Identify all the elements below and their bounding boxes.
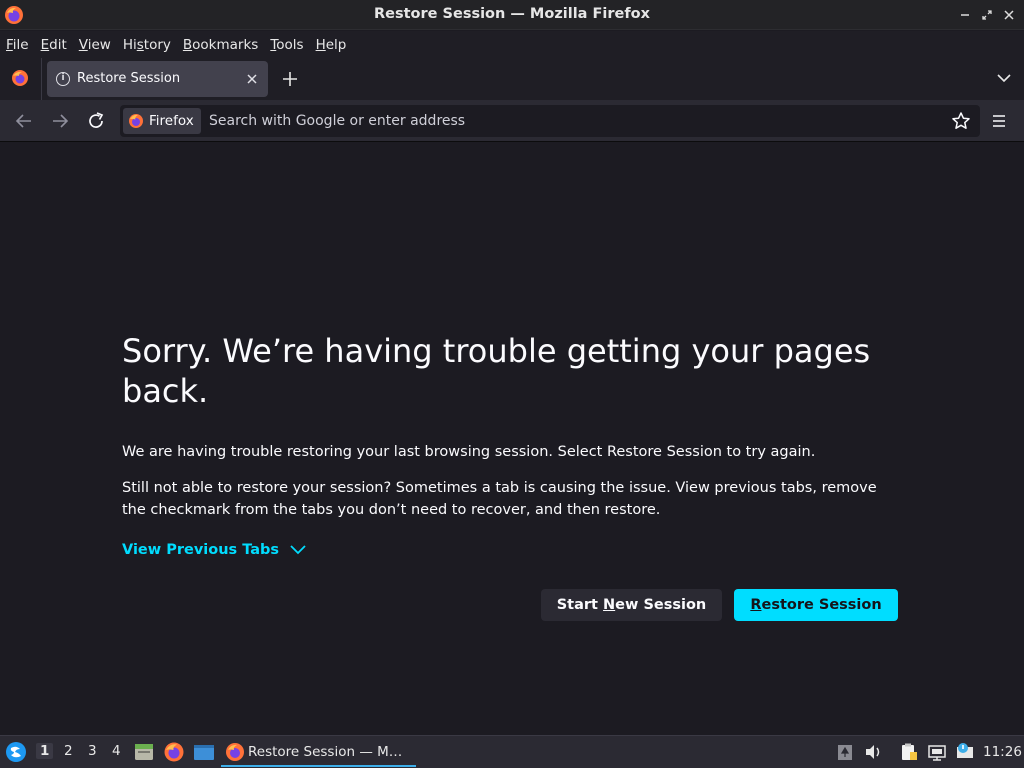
taskbar: 1 2 3 4 Restore Session — M… 11:26 xyxy=(0,735,1024,768)
task-label: Restore Session — M… xyxy=(248,744,403,760)
clock: 11:26 xyxy=(983,744,1022,760)
tab-separator xyxy=(41,58,42,100)
volume-icon[interactable] xyxy=(863,742,883,762)
taskbar-task-firefox[interactable]: Restore Session — M… xyxy=(221,737,416,767)
close-window-icon[interactable] xyxy=(1002,6,1016,24)
chevron-down-icon[interactable] xyxy=(289,543,307,557)
workspace-4[interactable]: 4 xyxy=(112,743,121,759)
page-title: Sorry. We’re having trouble getting your… xyxy=(122,332,871,410)
view-previous-tabs-link[interactable]: View Previous Tabs xyxy=(122,542,279,558)
hamburger-menu-icon[interactable] xyxy=(990,112,1008,130)
restore-session-button[interactable]: Restore Session xyxy=(734,589,898,621)
help-text: Still not able to restore your session? … xyxy=(122,480,877,518)
menu-edit[interactable]: Edit xyxy=(41,37,73,53)
tab-restore-session[interactable]: i Restore Session xyxy=(47,61,268,97)
info-icon: i xyxy=(56,72,70,86)
workspace-1[interactable]: 1 xyxy=(36,743,54,759)
tab-label: Restore Session xyxy=(77,71,181,86)
menu-bar: File Edit View History Bookmarks Tools H… xyxy=(0,31,1024,58)
menu-bookmarks[interactable]: Bookmarks xyxy=(183,37,264,53)
firefox-window: Restore Session — Mozilla Firefox File E… xyxy=(0,0,1024,768)
trash-icon[interactable] xyxy=(835,742,855,762)
page-content: Sorry. We’re having trouble getting your… xyxy=(0,143,1024,735)
firefox-view-icon[interactable] xyxy=(10,68,30,88)
menu-tools[interactable]: Tools xyxy=(270,37,309,53)
reload-icon[interactable] xyxy=(86,111,106,131)
minimize-icon[interactable] xyxy=(958,6,972,24)
start-new-session-button[interactable]: Start New Session xyxy=(541,589,722,621)
desktop-icon[interactable] xyxy=(193,741,215,763)
workspace-2[interactable]: 2 xyxy=(64,743,73,759)
menu-view[interactable]: View xyxy=(79,37,117,53)
tab-bar: i Restore Session xyxy=(0,58,1024,100)
start-menu-icon[interactable] xyxy=(5,741,27,763)
network-icon[interactable] xyxy=(927,742,947,762)
new-tab-button[interactable] xyxy=(280,64,300,94)
firefox-task-icon xyxy=(226,743,244,761)
list-all-tabs-chevron-icon[interactable] xyxy=(996,70,1012,86)
bookmark-star-icon[interactable] xyxy=(951,111,971,131)
forward-arrow-icon[interactable] xyxy=(50,111,70,131)
firefox-launcher-icon[interactable] xyxy=(163,741,185,763)
file-manager-icon[interactable] xyxy=(133,741,155,763)
clipboard-icon[interactable] xyxy=(899,742,919,762)
back-arrow-icon[interactable] xyxy=(14,111,34,131)
identity-box[interactable]: Firefox xyxy=(123,108,201,134)
description-text: We are having trouble restoring your las… xyxy=(122,444,816,460)
title-bar: Restore Session — Mozilla Firefox xyxy=(0,0,1024,30)
restore-window-icon[interactable] xyxy=(980,6,994,24)
menu-history[interactable]: History xyxy=(123,37,177,53)
workspace-3[interactable]: 3 xyxy=(88,743,97,759)
menu-help[interactable]: Help xyxy=(316,37,353,53)
tab-close-icon[interactable] xyxy=(246,69,258,89)
address-input[interactable] xyxy=(209,108,939,134)
window-title: Restore Session — Mozilla Firefox xyxy=(373,6,650,22)
menu-file[interactable]: File xyxy=(6,37,35,53)
firefox-logo-icon xyxy=(129,114,143,128)
identity-label: Firefox xyxy=(149,113,194,129)
update-notifier-icon[interactable] xyxy=(955,742,975,762)
